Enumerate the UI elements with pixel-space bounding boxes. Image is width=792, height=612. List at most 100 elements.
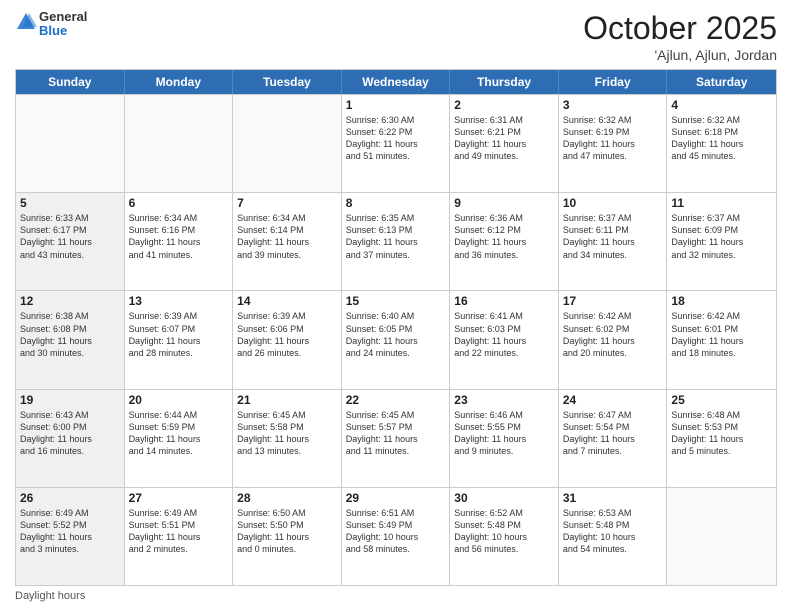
- day-of-week-monday: Monday: [125, 70, 234, 94]
- day-number: 11: [671, 196, 772, 210]
- day-number: 16: [454, 294, 554, 308]
- day-info: Sunrise: 6:47 AM Sunset: 5:54 PM Dayligh…: [563, 409, 663, 458]
- empty-cell: [125, 95, 234, 192]
- day-number: 25: [671, 393, 772, 407]
- day-cell-22: 22 Sunrise: 6:45 AM Sunset: 5:57 PM Dayli…: [342, 390, 451, 487]
- empty-cell: [667, 488, 776, 585]
- day-number: 4: [671, 98, 772, 112]
- day-info: Sunrise: 6:44 AM Sunset: 5:59 PM Dayligh…: [129, 409, 229, 458]
- day-cell-2: 2 Sunrise: 6:31 AM Sunset: 6:21 PM Daylig…: [450, 95, 559, 192]
- day-info: Sunrise: 6:45 AM Sunset: 5:57 PM Dayligh…: [346, 409, 446, 458]
- day-info: Sunrise: 6:49 AM Sunset: 5:51 PM Dayligh…: [129, 507, 229, 556]
- day-number: 28: [237, 491, 337, 505]
- day-of-week-tuesday: Tuesday: [233, 70, 342, 94]
- day-info: Sunrise: 6:42 AM Sunset: 6:02 PM Dayligh…: [563, 310, 663, 359]
- calendar-header-row: SundayMondayTuesdayWednesdayThursdayFrid…: [16, 70, 776, 94]
- calendar-body: 1 Sunrise: 6:30 AM Sunset: 6:22 PM Daylig…: [16, 94, 776, 585]
- day-number: 27: [129, 491, 229, 505]
- day-number: 22: [346, 393, 446, 407]
- day-number: 5: [20, 196, 120, 210]
- day-cell-11: 11Sunrise: 6:37 AM Sunset: 6:09 PM Dayli…: [667, 193, 776, 290]
- title-block: October 2025 'Ajlun, Ajlun, Jordan: [583, 10, 777, 63]
- day-cell-20: 20 Sunrise: 6:44 AM Sunset: 5:59 PM Dayli…: [125, 390, 234, 487]
- day-number: 19: [20, 393, 120, 407]
- day-info: Sunrise: 6:49 AM Sunset: 5:52 PM Dayligh…: [20, 507, 120, 556]
- day-info: Sunrise: 6:31 AM Sunset: 6:21 PM Dayligh…: [454, 114, 554, 163]
- day-info: Sunrise: 6:43 AM Sunset: 6:00 PM Dayligh…: [20, 409, 120, 458]
- day-of-week-wednesday: Wednesday: [342, 70, 451, 94]
- day-info: Sunrise: 6:39 AM Sunset: 6:06 PM Dayligh…: [237, 310, 337, 359]
- day-info: Sunrise: 6:48 AM Sunset: 5:53 PM Dayligh…: [671, 409, 772, 458]
- day-number: 12: [20, 294, 120, 308]
- day-cell-10: 10 Sunrise: 6:37 AM Sunset: 6:11 PM Dayli…: [559, 193, 668, 290]
- day-cell-16: 16Sunrise: 6:41 AM Sunset: 6:03 PM Dayli…: [450, 291, 559, 388]
- day-number: 2: [454, 98, 554, 112]
- day-info: Sunrise: 6:30 AM Sunset: 6:22 PM Dayligh…: [346, 114, 446, 163]
- day-cell-17: 17 Sunrise: 6:42 AM Sunset: 6:02 PM Dayli…: [559, 291, 668, 388]
- empty-cell: [16, 95, 125, 192]
- logo-icon: [15, 11, 37, 33]
- day-cell-29: 29Sunrise: 6:51 AM Sunset: 5:49 PM Dayli…: [342, 488, 451, 585]
- day-info: Sunrise: 6:38 AM Sunset: 6:08 PM Dayligh…: [20, 310, 120, 359]
- day-cell-24: 24Sunrise: 6:47 AM Sunset: 5:54 PM Dayli…: [559, 390, 668, 487]
- day-number: 17: [563, 294, 663, 308]
- day-info: Sunrise: 6:53 AM Sunset: 5:48 PM Dayligh…: [563, 507, 663, 556]
- day-number: 31: [563, 491, 663, 505]
- day-number: 14: [237, 294, 337, 308]
- day-cell-26: 26 Sunrise: 6:49 AM Sunset: 5:52 PM Dayli…: [16, 488, 125, 585]
- day-info: Sunrise: 6:39 AM Sunset: 6:07 PM Dayligh…: [129, 310, 229, 359]
- logo: General Blue: [15, 10, 87, 39]
- day-info: Sunrise: 6:37 AM Sunset: 6:11 PM Dayligh…: [563, 212, 663, 261]
- day-info: Sunrise: 6:50 AM Sunset: 5:50 PM Dayligh…: [237, 507, 337, 556]
- day-info: Sunrise: 6:32 AM Sunset: 6:18 PM Dayligh…: [671, 114, 772, 163]
- day-cell-27: 27 Sunrise: 6:49 AM Sunset: 5:51 PM Dayli…: [125, 488, 234, 585]
- day-cell-21: 21Sunrise: 6:45 AM Sunset: 5:58 PM Dayli…: [233, 390, 342, 487]
- day-cell-28: 28 Sunrise: 6:50 AM Sunset: 5:50 PM Dayli…: [233, 488, 342, 585]
- day-info: Sunrise: 6:46 AM Sunset: 5:55 PM Dayligh…: [454, 409, 554, 458]
- day-info: Sunrise: 6:52 AM Sunset: 5:48 PM Dayligh…: [454, 507, 554, 556]
- day-of-week-saturday: Saturday: [667, 70, 776, 94]
- logo-general: General: [39, 10, 87, 24]
- footer-note: Daylight hours: [15, 590, 777, 602]
- day-info: Sunrise: 6:40 AM Sunset: 6:05 PM Dayligh…: [346, 310, 446, 359]
- day-info: Sunrise: 6:32 AM Sunset: 6:19 PM Dayligh…: [563, 114, 663, 163]
- day-number: 26: [20, 491, 120, 505]
- empty-cell: [233, 95, 342, 192]
- day-cell-5: 5 Sunrise: 6:33 AM Sunset: 6:17 PM Daylig…: [16, 193, 125, 290]
- day-cell-25: 25 Sunrise: 6:48 AM Sunset: 5:53 PM Dayli…: [667, 390, 776, 487]
- day-cell-3: 3 Sunrise: 6:32 AM Sunset: 6:19 PM Daylig…: [559, 95, 668, 192]
- day-info: Sunrise: 6:51 AM Sunset: 5:49 PM Dayligh…: [346, 507, 446, 556]
- month-title: October 2025: [583, 10, 777, 47]
- day-info: Sunrise: 6:42 AM Sunset: 6:01 PM Dayligh…: [671, 310, 772, 359]
- day-cell-19: 19 Sunrise: 6:43 AM Sunset: 6:00 PM Dayli…: [16, 390, 125, 487]
- day-cell-31: 31 Sunrise: 6:53 AM Sunset: 5:48 PM Dayli…: [559, 488, 668, 585]
- day-number: 23: [454, 393, 554, 407]
- day-cell-4: 4 Sunrise: 6:32 AM Sunset: 6:18 PM Daylig…: [667, 95, 776, 192]
- day-cell-15: 15 Sunrise: 6:40 AM Sunset: 6:05 PM Dayli…: [342, 291, 451, 388]
- day-cell-8: 8Sunrise: 6:35 AM Sunset: 6:13 PM Daylig…: [342, 193, 451, 290]
- day-cell-7: 7Sunrise: 6:34 AM Sunset: 6:14 PM Daylig…: [233, 193, 342, 290]
- day-number: 1: [346, 98, 446, 112]
- day-cell-14: 14 Sunrise: 6:39 AM Sunset: 6:06 PM Dayli…: [233, 291, 342, 388]
- day-number: 20: [129, 393, 229, 407]
- header: General Blue October 2025 'Ajlun, Ajlun,…: [15, 10, 777, 63]
- day-number: 3: [563, 98, 663, 112]
- day-number: 6: [129, 196, 229, 210]
- day-cell-9: 9Sunrise: 6:36 AM Sunset: 6:12 PM Daylig…: [450, 193, 559, 290]
- day-number: 9: [454, 196, 554, 210]
- day-cell-18: 18Sunrise: 6:42 AM Sunset: 6:01 PM Dayli…: [667, 291, 776, 388]
- logo-blue: Blue: [39, 24, 87, 38]
- day-cell-23: 23 Sunrise: 6:46 AM Sunset: 5:55 PM Dayli…: [450, 390, 559, 487]
- day-number: 15: [346, 294, 446, 308]
- day-of-week-thursday: Thursday: [450, 70, 559, 94]
- calendar-week-5: 26 Sunrise: 6:49 AM Sunset: 5:52 PM Dayli…: [16, 487, 776, 585]
- day-info: Sunrise: 6:33 AM Sunset: 6:17 PM Dayligh…: [20, 212, 120, 261]
- day-number: 7: [237, 196, 337, 210]
- day-number: 13: [129, 294, 229, 308]
- day-info: Sunrise: 6:35 AM Sunset: 6:13 PM Dayligh…: [346, 212, 446, 261]
- day-number: 10: [563, 196, 663, 210]
- calendar-week-4: 19 Sunrise: 6:43 AM Sunset: 6:00 PM Dayli…: [16, 389, 776, 487]
- day-of-week-friday: Friday: [559, 70, 668, 94]
- page: General Blue October 2025 'Ajlun, Ajlun,…: [0, 0, 792, 612]
- calendar-week-1: 1 Sunrise: 6:30 AM Sunset: 6:22 PM Daylig…: [16, 94, 776, 192]
